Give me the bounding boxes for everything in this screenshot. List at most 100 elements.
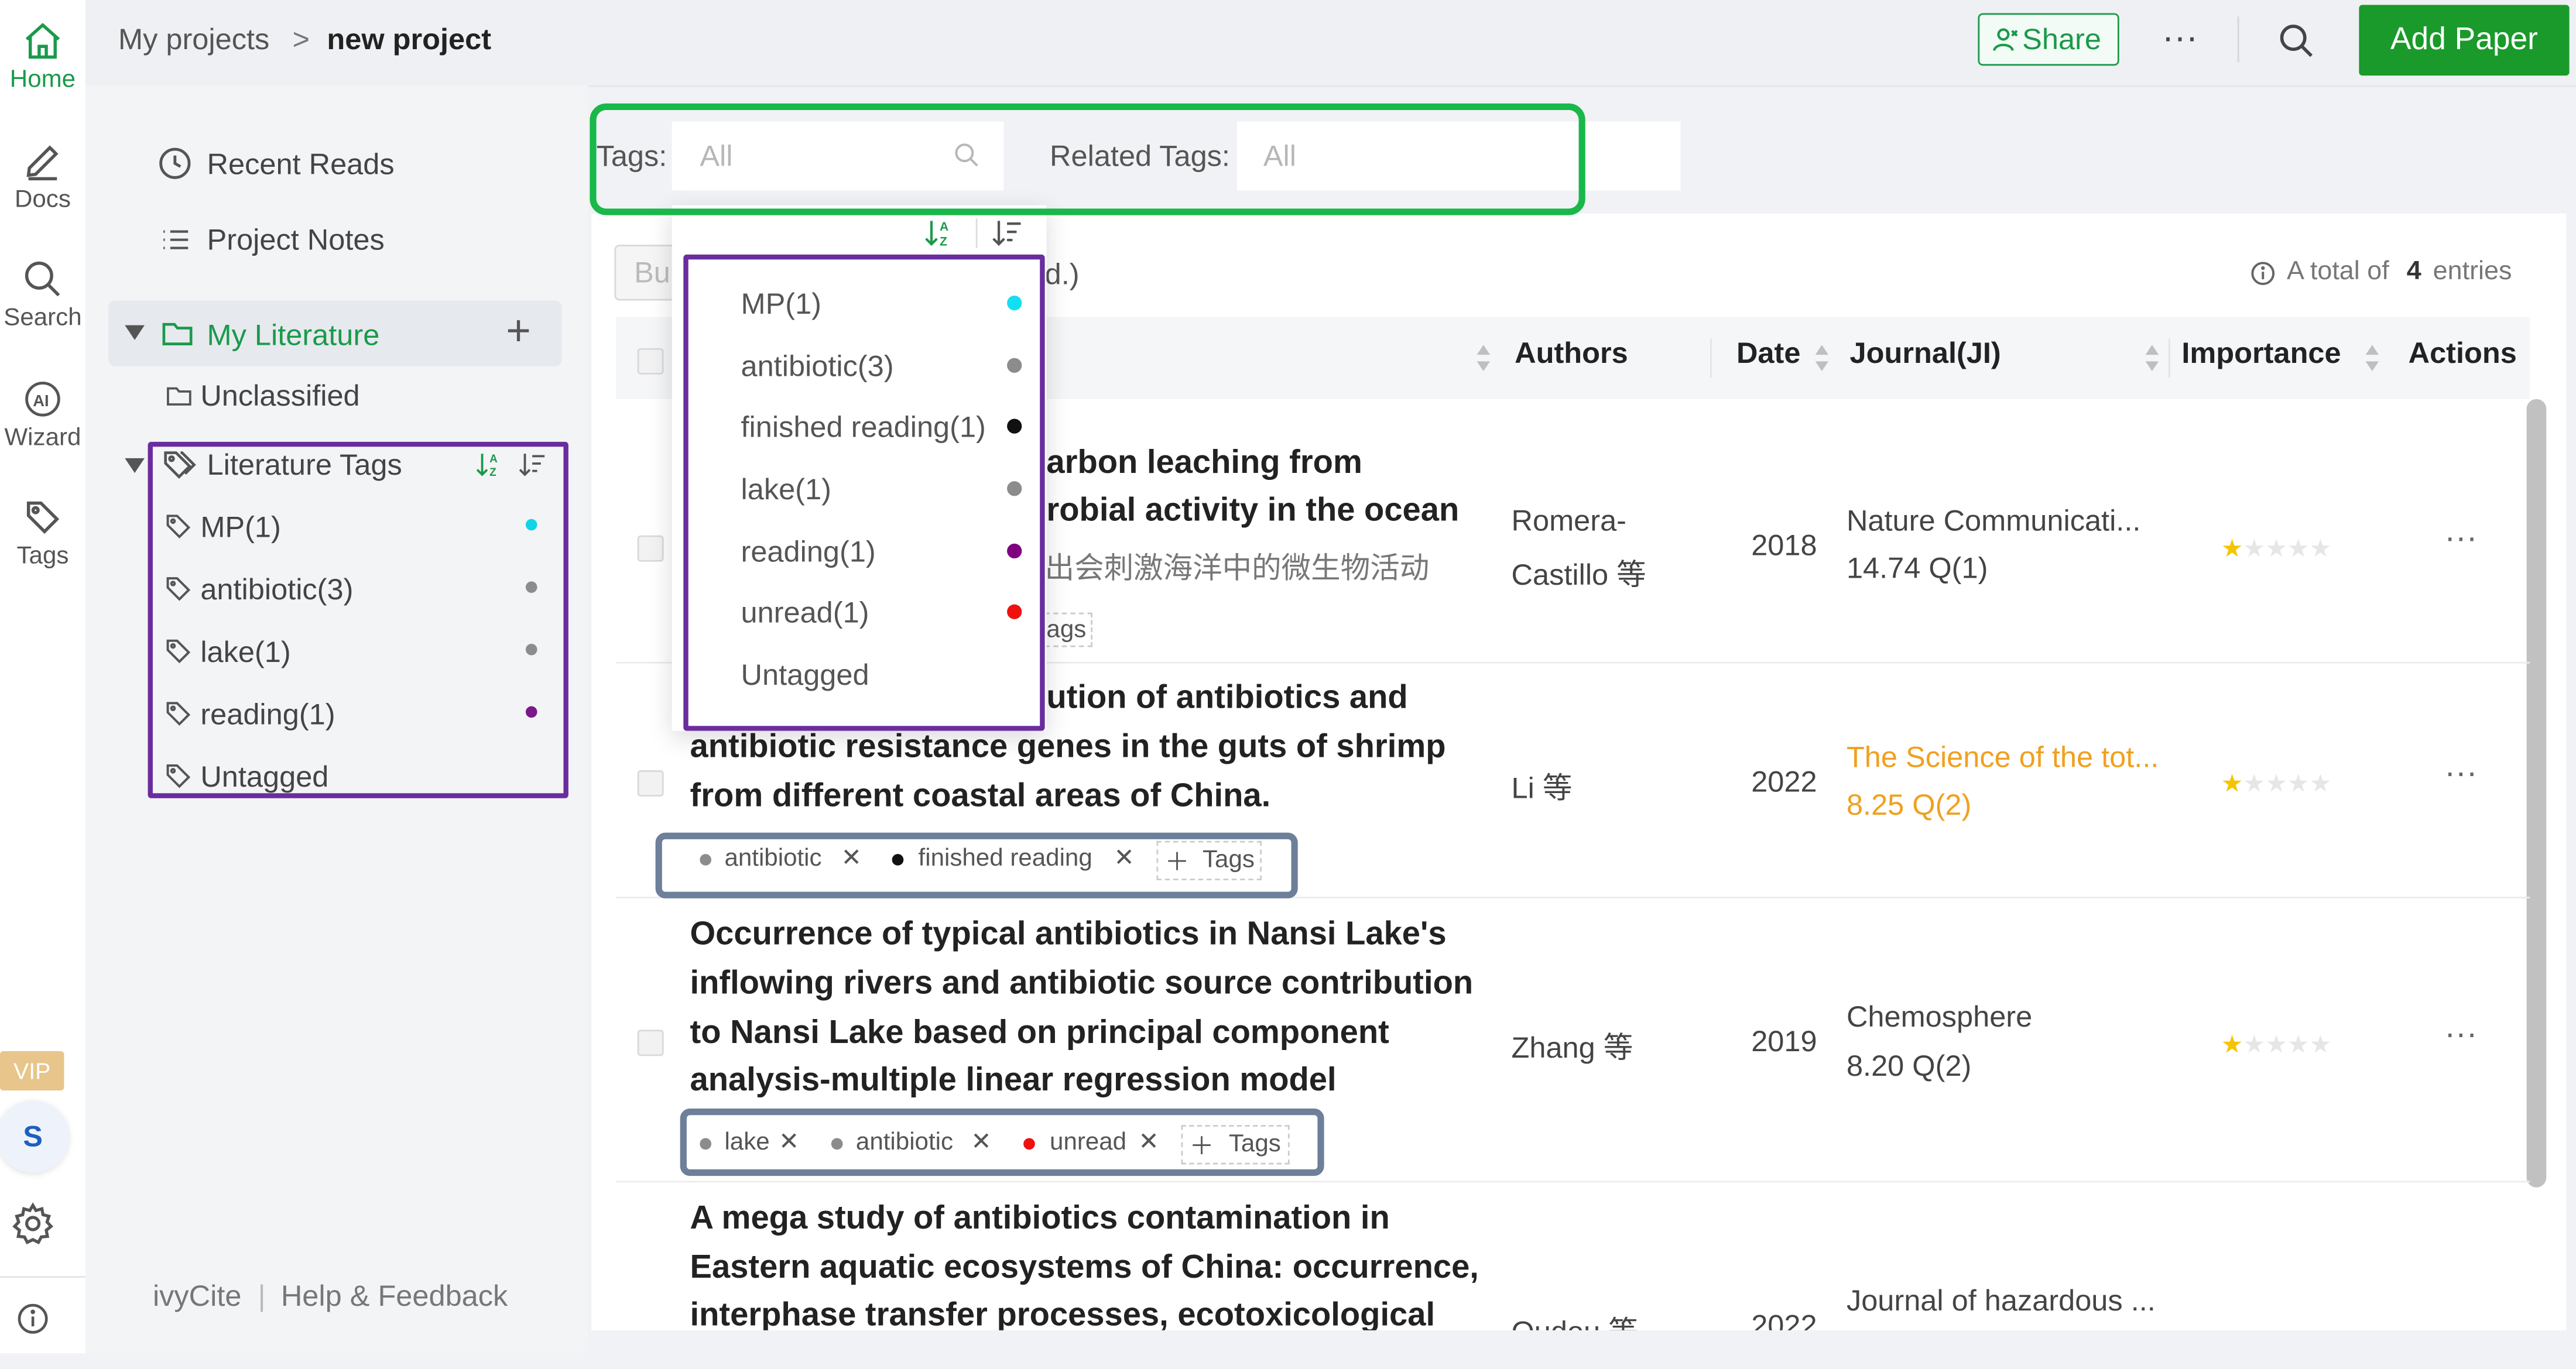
breadcrumb-current: new project bbox=[327, 23, 492, 56]
vip-badge[interactable]: VIP bbox=[0, 1051, 64, 1091]
info-button[interactable] bbox=[15, 1301, 51, 1345]
avatar[interactable]: S bbox=[0, 1100, 69, 1173]
paper-title-line[interactable]: inflowing rivers and antibiotic source c… bbox=[690, 966, 1474, 1004]
paper-title-line[interactable]: ution of antibiotics and bbox=[1046, 680, 1407, 718]
dropdown-tag-option[interactable]: unread(1) bbox=[741, 596, 869, 631]
dropdown-tag-option[interactable]: lake(1) bbox=[741, 473, 831, 507]
recent-reads-label: Recent Reads bbox=[207, 147, 395, 181]
tag-color-dot bbox=[525, 706, 537, 718]
paper-title-line[interactable]: analysis-multiple linear regression mode… bbox=[690, 1062, 1337, 1100]
remove-tag-icon[interactable]: ✕ bbox=[971, 1127, 991, 1157]
tag-chip-label[interactable]: antibiotic bbox=[724, 844, 821, 872]
remove-tag-icon[interactable]: ✕ bbox=[841, 842, 862, 872]
journal-name[interactable]: Chemosphere bbox=[1847, 1000, 2032, 1035]
row-checkbox[interactable] bbox=[637, 1030, 664, 1056]
importance-stars[interactable]: ★★★★★ bbox=[2221, 534, 2332, 564]
my-literature-label: My Literature bbox=[207, 318, 380, 352]
rail-home[interactable]: Home bbox=[0, 20, 85, 94]
paper-subtitle: 出会刺激海洋中的微生物活动 bbox=[1044, 551, 1430, 585]
pencil-icon bbox=[26, 145, 59, 181]
dropdown-tag-option[interactable]: Untagged bbox=[741, 658, 869, 693]
journal-name[interactable]: The Science of the tot... bbox=[1847, 741, 2159, 776]
remove-tag-icon[interactable]: ✕ bbox=[779, 1127, 799, 1157]
breadcrumb-root[interactable]: My projects bbox=[118, 23, 269, 57]
paper-title-line[interactable]: arbon leaching from bbox=[1046, 445, 1362, 483]
settings-button[interactable] bbox=[10, 1200, 56, 1255]
header-journal[interactable]: Journal(JI) bbox=[1850, 337, 2001, 371]
dropdown-tag-option[interactable]: MP(1) bbox=[741, 287, 821, 322]
tag-color-dot bbox=[700, 1138, 711, 1150]
paper-title-line[interactable]: A mega study of antibiotics contaminatio… bbox=[690, 1200, 1390, 1238]
dropdown-tag-option[interactable]: reading(1) bbox=[741, 536, 876, 570]
footer-brand-link[interactable]: ivyCite bbox=[153, 1279, 242, 1314]
header-importance[interactable]: Importance bbox=[2181, 337, 2341, 371]
tags-filter-input[interactable]: All bbox=[672, 121, 1004, 191]
journal-name[interactable]: Nature Communicati... bbox=[1847, 504, 2140, 538]
sidebar-item-my-literature[interactable]: My Literature + bbox=[108, 300, 562, 366]
share-button[interactable]: Share bbox=[1978, 13, 2119, 66]
remove-tag-icon[interactable]: ✕ bbox=[1139, 1127, 1159, 1157]
importance-stars[interactable]: ★★★★★ bbox=[2221, 768, 2332, 798]
tag-color-dot bbox=[1007, 481, 1022, 496]
add-paper-button[interactable]: Add Paper bbox=[2359, 5, 2570, 76]
sort-icon[interactable] bbox=[2144, 342, 2160, 375]
paper-authors: Castillo 等 bbox=[1511, 558, 1646, 592]
search-button[interactable] bbox=[2277, 21, 2316, 68]
tag-icon bbox=[166, 577, 191, 601]
header-date[interactable]: Date bbox=[1736, 337, 1800, 371]
row-actions-button[interactable]: ··· bbox=[2444, 1017, 2477, 1055]
help-feedback-link[interactable]: Help & Feedback bbox=[281, 1279, 508, 1314]
more-menu-button[interactable]: ··· bbox=[2162, 16, 2198, 59]
sort-icon[interactable] bbox=[2364, 342, 2380, 375]
sort-count-icon[interactable] bbox=[991, 217, 1023, 249]
tag-color-dot bbox=[831, 1138, 843, 1150]
tag-color-dot bbox=[1007, 296, 1022, 311]
select-all-checkbox[interactable] bbox=[637, 348, 664, 375]
dropdown-tag-option[interactable]: finished reading(1) bbox=[741, 411, 986, 445]
paper-title-line[interactable]: to Nansi Lake based on principal compone… bbox=[690, 1015, 1389, 1053]
add-folder-button[interactable]: + bbox=[506, 307, 531, 354]
row-actions-button[interactable]: ··· bbox=[2444, 756, 2477, 794]
importance-stars[interactable]: ★★★★★ bbox=[2221, 1030, 2332, 1059]
journal-name[interactable]: Journal of hazardous ... bbox=[1847, 1284, 2156, 1319]
sort-alpha-icon[interactable]: AZ bbox=[923, 217, 956, 249]
row-checkbox[interactable] bbox=[637, 770, 664, 797]
row-checkbox[interactable] bbox=[637, 535, 664, 562]
remove-tag-icon[interactable]: ✕ bbox=[1114, 842, 1134, 872]
paper-date: 2022 bbox=[1751, 765, 1817, 798]
paper-title-line[interactable]: antibiotic resistance genes in the guts … bbox=[690, 729, 1446, 767]
tag-chip-label[interactable]: finished reading bbox=[919, 844, 1092, 872]
paper-date: 2019 bbox=[1751, 1024, 1817, 1058]
rail-search[interactable]: Search bbox=[0, 258, 85, 332]
sort-icon[interactable] bbox=[1814, 342, 1830, 375]
rail-docs[interactable]: Docs bbox=[0, 140, 85, 214]
row-divider bbox=[616, 897, 2530, 898]
info-icon bbox=[18, 1303, 48, 1334]
table-scrollbar[interactable] bbox=[2526, 399, 2547, 1188]
sort-icon[interactable] bbox=[1475, 342, 1492, 375]
add-tags-button[interactable]: ags bbox=[1044, 612, 1093, 647]
tag-chip-label[interactable]: antibiotic bbox=[856, 1128, 953, 1157]
paper-title-line[interactable]: Occurrence of typical antibiotics in Nan… bbox=[690, 917, 1447, 955]
rail-wizard[interactable]: AI Wizard bbox=[0, 378, 85, 452]
paper-title-line[interactable]: robial activity in the ocean bbox=[1046, 493, 1459, 531]
sort-count-icon[interactable] bbox=[518, 450, 547, 480]
tag-chip-label[interactable]: unread bbox=[1050, 1128, 1126, 1157]
caret-down-icon[interactable] bbox=[123, 457, 146, 476]
sidebar-tag-label: MP(1) bbox=[200, 510, 281, 544]
related-tags-input[interactable]: All bbox=[1236, 121, 1681, 191]
journal-impact: 8.25 Q(2) bbox=[1846, 788, 1972, 821]
tag-chip-label[interactable]: lake bbox=[724, 1128, 769, 1157]
svg-text:A: A bbox=[489, 453, 498, 465]
paper-title-line[interactable]: Eastern aquatic ecosystems of China: occ… bbox=[690, 1250, 1479, 1288]
header-authors[interactable]: Authors bbox=[1515, 337, 1628, 371]
add-tags-button[interactable]: ＋ Tags bbox=[1156, 840, 1262, 881]
rail-tags[interactable]: Tags bbox=[0, 496, 85, 570]
column-divider bbox=[1710, 338, 1712, 378]
dropdown-tag-option[interactable]: antibiotic(3) bbox=[741, 350, 894, 385]
add-tags-button[interactable]: ＋ Tags bbox=[1181, 1125, 1290, 1165]
paper-title-line[interactable]: interphase transfer processes, ecotoxico… bbox=[690, 1298, 1436, 1336]
row-actions-button[interactable]: ··· bbox=[2444, 521, 2477, 559]
paper-title-line[interactable]: from different coastal areas of China. bbox=[690, 778, 1271, 816]
sort-alpha-icon[interactable]: AZ bbox=[475, 450, 505, 480]
